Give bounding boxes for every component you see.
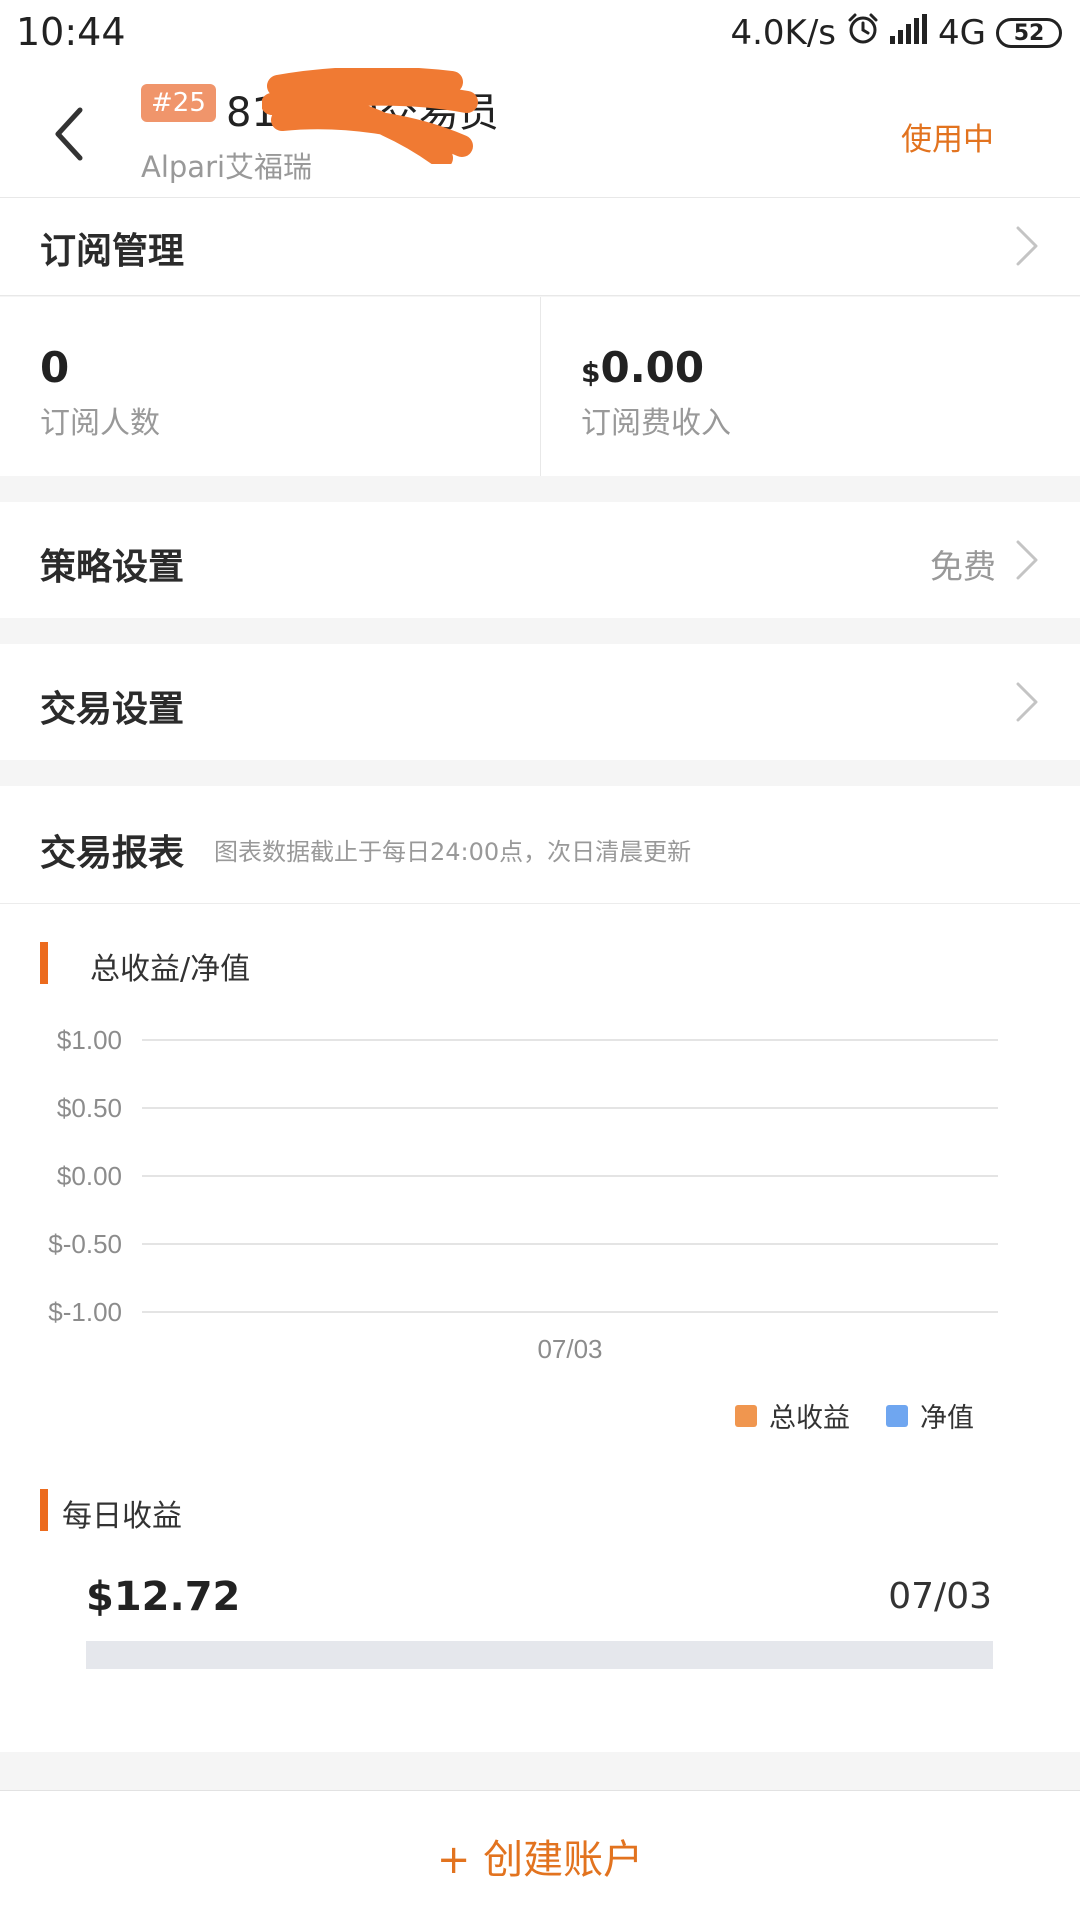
subscription-management-row[interactable]: 订阅管理 [0, 198, 1080, 296]
daily-profit-bar [86, 1641, 993, 1669]
status-bar: 10:44 4.0K/s 4G 52 [0, 0, 1080, 68]
y-tick-label: $-1.00 [48, 1297, 122, 1327]
chevron-left-icon [55, 107, 83, 161]
battery-level: 52 [1013, 20, 1045, 46]
chevron-right-icon [1016, 682, 1038, 722]
report-update-hint: 图表数据截止于每日24:00点，次日清晨更新 [214, 838, 692, 866]
chart-title-marker [40, 942, 48, 984]
back-button[interactable] [48, 104, 92, 164]
x-tick-label: 07/03 [537, 1334, 602, 1364]
y-tick-label: $1.00 [57, 1025, 122, 1055]
trade-settings-row[interactable]: 交易设置 [0, 644, 1080, 760]
income-currency: $ [581, 356, 601, 389]
subscription-management-title: 订阅管理 [40, 231, 185, 272]
daily-profit-title: 每日收益 [62, 1499, 182, 1534]
strategy-settings-row[interactable]: 策略设置 免费 [0, 502, 1080, 618]
chevron-right-icon [1016, 540, 1038, 580]
create-account-button[interactable]: + 创建账户 [0, 1790, 1080, 1920]
trade-settings-title: 交易设置 [40, 689, 185, 730]
daily-profit-date: 07/03 [888, 1576, 992, 1617]
net-value-legend-swatch [886, 1404, 908, 1427]
status-indicators: 4.0K/s 4G 52 [730, 10, 1062, 56]
chart-legend: 总收益 净值 [735, 1396, 974, 1435]
strategy-settings-title: 策略设置 [40, 547, 185, 588]
battery-icon: 52 [996, 18, 1062, 48]
create-account-label: + 创建账户 [436, 1836, 644, 1883]
signal-icon [890, 13, 928, 53]
subscribers-label: 订阅人数 [40, 406, 160, 441]
report-divider [0, 903, 1080, 904]
subscription-stats: 0 订阅人数 $ 0.00 订阅费收入 [0, 297, 1080, 476]
daily-profit-amount: $12.72 [86, 1574, 241, 1620]
network-speed: 4.0K/s [730, 13, 837, 53]
income-label: 订阅费收入 [581, 406, 731, 441]
alarm-icon [846, 12, 880, 55]
profit-chart-title: 总收益/净值 [90, 952, 251, 987]
broker-name: Alpari艾福瑞 [141, 150, 313, 184]
stats-divider [540, 297, 541, 476]
rank-badge: #25 [141, 84, 216, 122]
income-value: 0.00 [600, 343, 705, 392]
income-amount: $ 0.00 [581, 343, 704, 392]
profit-net-value-chart: $1.00 $0.50 $0.00 $-0.50 $-1.00 07/03 [48, 1025, 998, 1364]
in-use-status[interactable]: 使用中 [901, 114, 994, 159]
account-header: #25 810000交易员 Alpari艾福瑞 使用中 [0, 68, 1080, 198]
total-profit-legend-swatch [735, 1404, 757, 1427]
total-profit-legend-label: 总收益 [769, 1403, 850, 1434]
trade-report-title: 交易报表 [40, 833, 185, 874]
daily-title-marker [40, 1489, 48, 1531]
chevron-right-icon [1016, 226, 1038, 266]
status-time: 10:44 [16, 10, 126, 54]
y-tick-label: $0.50 [57, 1093, 122, 1123]
y-tick-label: $-0.50 [48, 1229, 122, 1259]
y-tick-label: $0.00 [57, 1161, 122, 1191]
network-type: 4G [938, 13, 986, 53]
subscribers-value: 0 [40, 343, 70, 392]
strategy-fee-value: 免费 [930, 547, 996, 586]
net-value-legend-label: 净值 [920, 1403, 974, 1434]
